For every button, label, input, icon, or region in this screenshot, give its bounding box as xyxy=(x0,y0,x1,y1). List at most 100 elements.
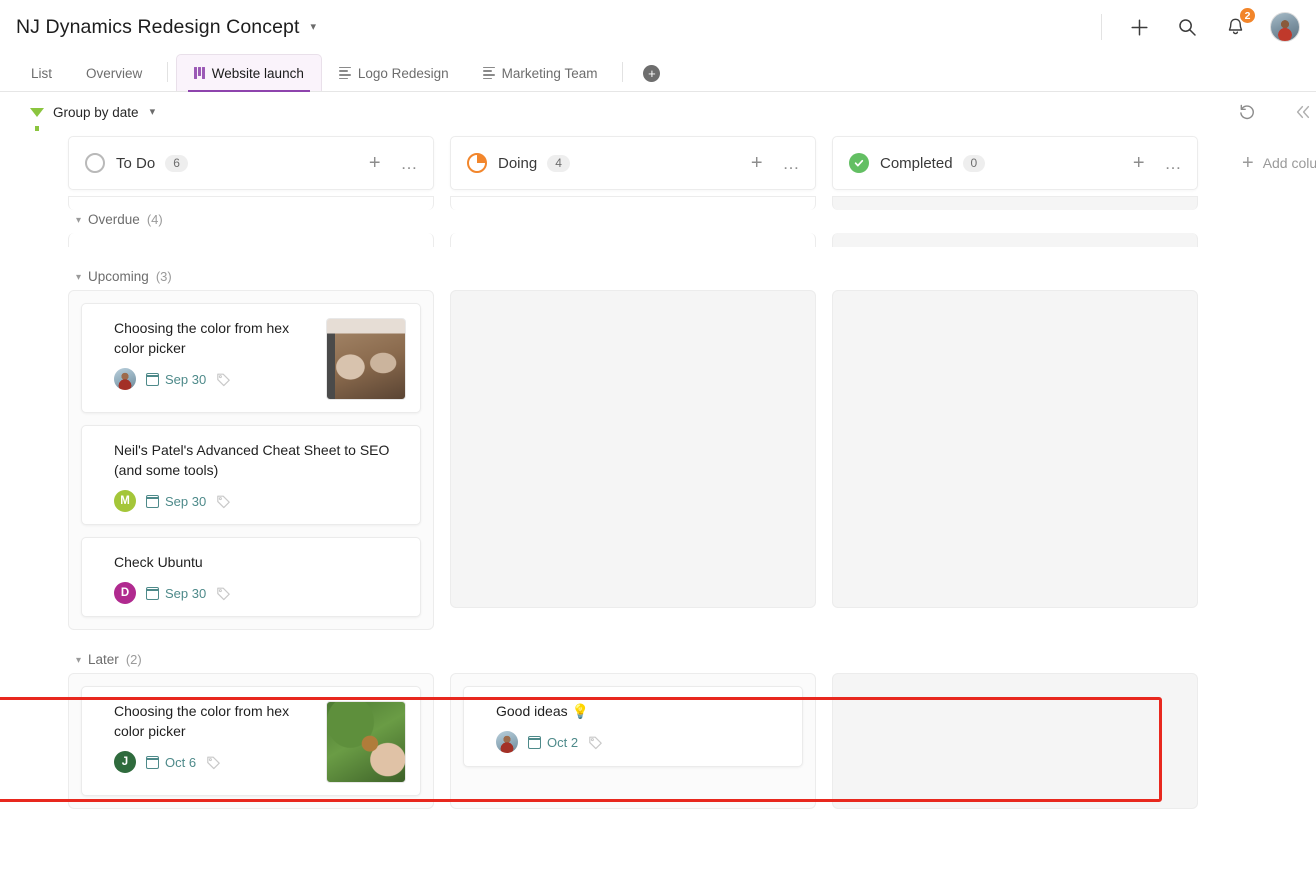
tag-icon[interactable] xyxy=(216,494,231,509)
column-title: Completed xyxy=(880,154,953,172)
lane-completed[interactable] xyxy=(832,196,1198,210)
tab-label: Marketing Team xyxy=(501,65,598,81)
status-circle-completed-icon xyxy=(849,153,869,173)
task-card-body: Good ideas 💡 Oct 2 xyxy=(496,701,788,753)
lane-doing[interactable]: Good ideas 💡 Oct 2 xyxy=(450,673,816,809)
task-title: Neil's Patel's Advanced Cheat Sheet to S… xyxy=(114,442,390,478)
avatar-initial: J xyxy=(121,756,129,768)
kanban-board: To Do 6 + … Doing 4 + … Completed 0 + … … xyxy=(0,132,1316,822)
notification-badge: 2 xyxy=(1239,7,1256,24)
board-toolbar: Group by date ▾ xyxy=(0,92,1316,132)
status-circle-doing-icon xyxy=(467,153,487,173)
calendar-icon xyxy=(145,586,160,600)
list-icon xyxy=(338,66,351,80)
add-task-button[interactable]: + xyxy=(1133,153,1145,173)
group-by-button[interactable]: Group by date ▾ xyxy=(30,104,156,131)
search-button[interactable] xyxy=(1174,14,1200,40)
history-button[interactable] xyxy=(1234,99,1260,125)
due-date[interactable]: Oct 2 xyxy=(527,734,579,750)
avatar[interactable] xyxy=(1270,12,1300,42)
group-header-later[interactable]: ▾ Later (2) xyxy=(76,652,1316,667)
due-date-label: Sep 30 xyxy=(165,371,207,387)
lane-completed[interactable] xyxy=(832,233,1198,247)
tab-website-launch[interactable]: Website launch xyxy=(176,54,322,92)
status-circle-todo-icon xyxy=(85,153,105,173)
lane-todo[interactable] xyxy=(68,196,434,210)
task-title: Good ideas 💡 xyxy=(496,703,589,719)
top-bar: NJ Dynamics Redesign Concept ▾ 2 xyxy=(0,0,1316,54)
tag-icon[interactable] xyxy=(216,372,231,387)
task-card[interactable]: Choosing the color from hex color picker… xyxy=(81,303,421,413)
group-name: Upcoming xyxy=(88,269,149,284)
assignee-avatar[interactable] xyxy=(496,731,518,753)
assignee-avatar[interactable]: J xyxy=(114,751,136,773)
group-name: Later xyxy=(88,652,119,667)
page-title: NJ Dynamics Redesign Concept xyxy=(16,15,300,38)
tab-label: Website launch xyxy=(211,65,304,81)
group-header-overdue[interactable]: ▾ Overdue (4) xyxy=(76,212,1316,227)
assignee-avatar[interactable]: D xyxy=(114,582,136,604)
group-name: Overdue xyxy=(88,212,140,227)
notifications-button[interactable]: 2 xyxy=(1222,7,1256,40)
lane-doing[interactable] xyxy=(450,233,816,247)
lane-completed[interactable] xyxy=(832,673,1198,809)
add-tab-button[interactable]: + xyxy=(643,65,661,82)
group-header-upcoming[interactable]: ▾ Upcoming (3) xyxy=(76,269,1316,284)
tag-icon[interactable] xyxy=(206,755,221,770)
due-date[interactable]: Sep 30 xyxy=(145,371,207,387)
divider xyxy=(1101,14,1102,40)
assignee-avatar[interactable] xyxy=(114,368,136,390)
column-more-button[interactable]: … xyxy=(401,155,420,172)
tab-overview[interactable]: Overview xyxy=(69,55,159,91)
add-task-button[interactable]: + xyxy=(369,153,381,173)
task-card[interactable]: Neil's Patel's Advanced Cheat Sheet to S… xyxy=(81,425,421,525)
group-by-label: Group by date xyxy=(53,104,139,120)
task-thumbnail[interactable] xyxy=(326,701,406,783)
lane-row: Choosing the color from hex color picker… xyxy=(68,673,1316,809)
task-card[interactable]: Choosing the color from hex color picker… xyxy=(81,686,421,796)
tag-icon[interactable] xyxy=(588,735,603,750)
add-button[interactable] xyxy=(1126,14,1152,40)
tab-list[interactable]: List xyxy=(14,55,69,91)
column-count: 4 xyxy=(547,154,570,172)
avatar-initial: M xyxy=(120,495,130,507)
tab-bar: List Overview Website launch Logo Redesi… xyxy=(0,54,1316,92)
due-date[interactable]: Sep 30 xyxy=(145,586,206,601)
collapse-panel-button[interactable] xyxy=(1290,99,1316,125)
column-header-doing[interactable]: Doing 4 + … xyxy=(450,136,816,190)
column-more-button[interactable]: … xyxy=(1165,155,1184,172)
task-meta: Sep 30 xyxy=(114,368,316,390)
column-header-todo[interactable]: To Do 6 + … xyxy=(68,136,434,190)
task-thumbnail[interactable] xyxy=(326,318,406,400)
add-column-button[interactable]: + Add colu xyxy=(1242,153,1316,173)
lane-todo[interactable]: Choosing the color from hex color picker… xyxy=(68,290,434,630)
lane-todo[interactable]: Choosing the color from hex color picker… xyxy=(68,673,434,809)
task-card[interactable]: Check Ubuntu D Sep 30 xyxy=(81,537,421,617)
lane-doing[interactable] xyxy=(450,290,816,608)
due-date[interactable]: Oct 6 xyxy=(145,755,196,770)
chevron-down-icon: ▾ xyxy=(149,105,156,118)
column-header-completed[interactable]: Completed 0 + … xyxy=(832,136,1198,190)
lane-completed[interactable] xyxy=(832,290,1198,608)
chevron-down-icon[interactable]: ▾ xyxy=(311,20,317,33)
tab-marketing-team[interactable]: Marketing Team xyxy=(466,55,615,91)
tab-label: Logo Redesign xyxy=(357,65,449,81)
due-date-label: Oct 2 xyxy=(547,734,579,750)
add-task-button[interactable]: + xyxy=(751,153,763,173)
group-count: (4) xyxy=(146,212,163,227)
task-card-body: Check Ubuntu D Sep 30 xyxy=(114,552,406,604)
assignee-avatar[interactable]: M xyxy=(114,490,136,512)
tab-logo-redesign[interactable]: Logo Redesign xyxy=(322,55,466,91)
lane-doing[interactable] xyxy=(450,196,816,210)
group-later: ▾ Later (2) Choosing the color from hex … xyxy=(68,652,1316,809)
search-icon xyxy=(1179,19,1196,36)
project-title-group[interactable]: NJ Dynamics Redesign Concept ▾ xyxy=(16,16,316,39)
chevron-down-icon: ▾ xyxy=(76,655,82,666)
task-card[interactable]: Good ideas 💡 Oct 2 xyxy=(463,686,803,767)
lane-todo[interactable] xyxy=(68,233,434,247)
column-more-button[interactable]: … xyxy=(783,155,802,172)
tag-icon[interactable] xyxy=(216,586,231,601)
undo-icon xyxy=(1240,104,1254,120)
due-date[interactable]: Sep 30 xyxy=(145,494,206,509)
plus-icon: + xyxy=(648,66,656,81)
